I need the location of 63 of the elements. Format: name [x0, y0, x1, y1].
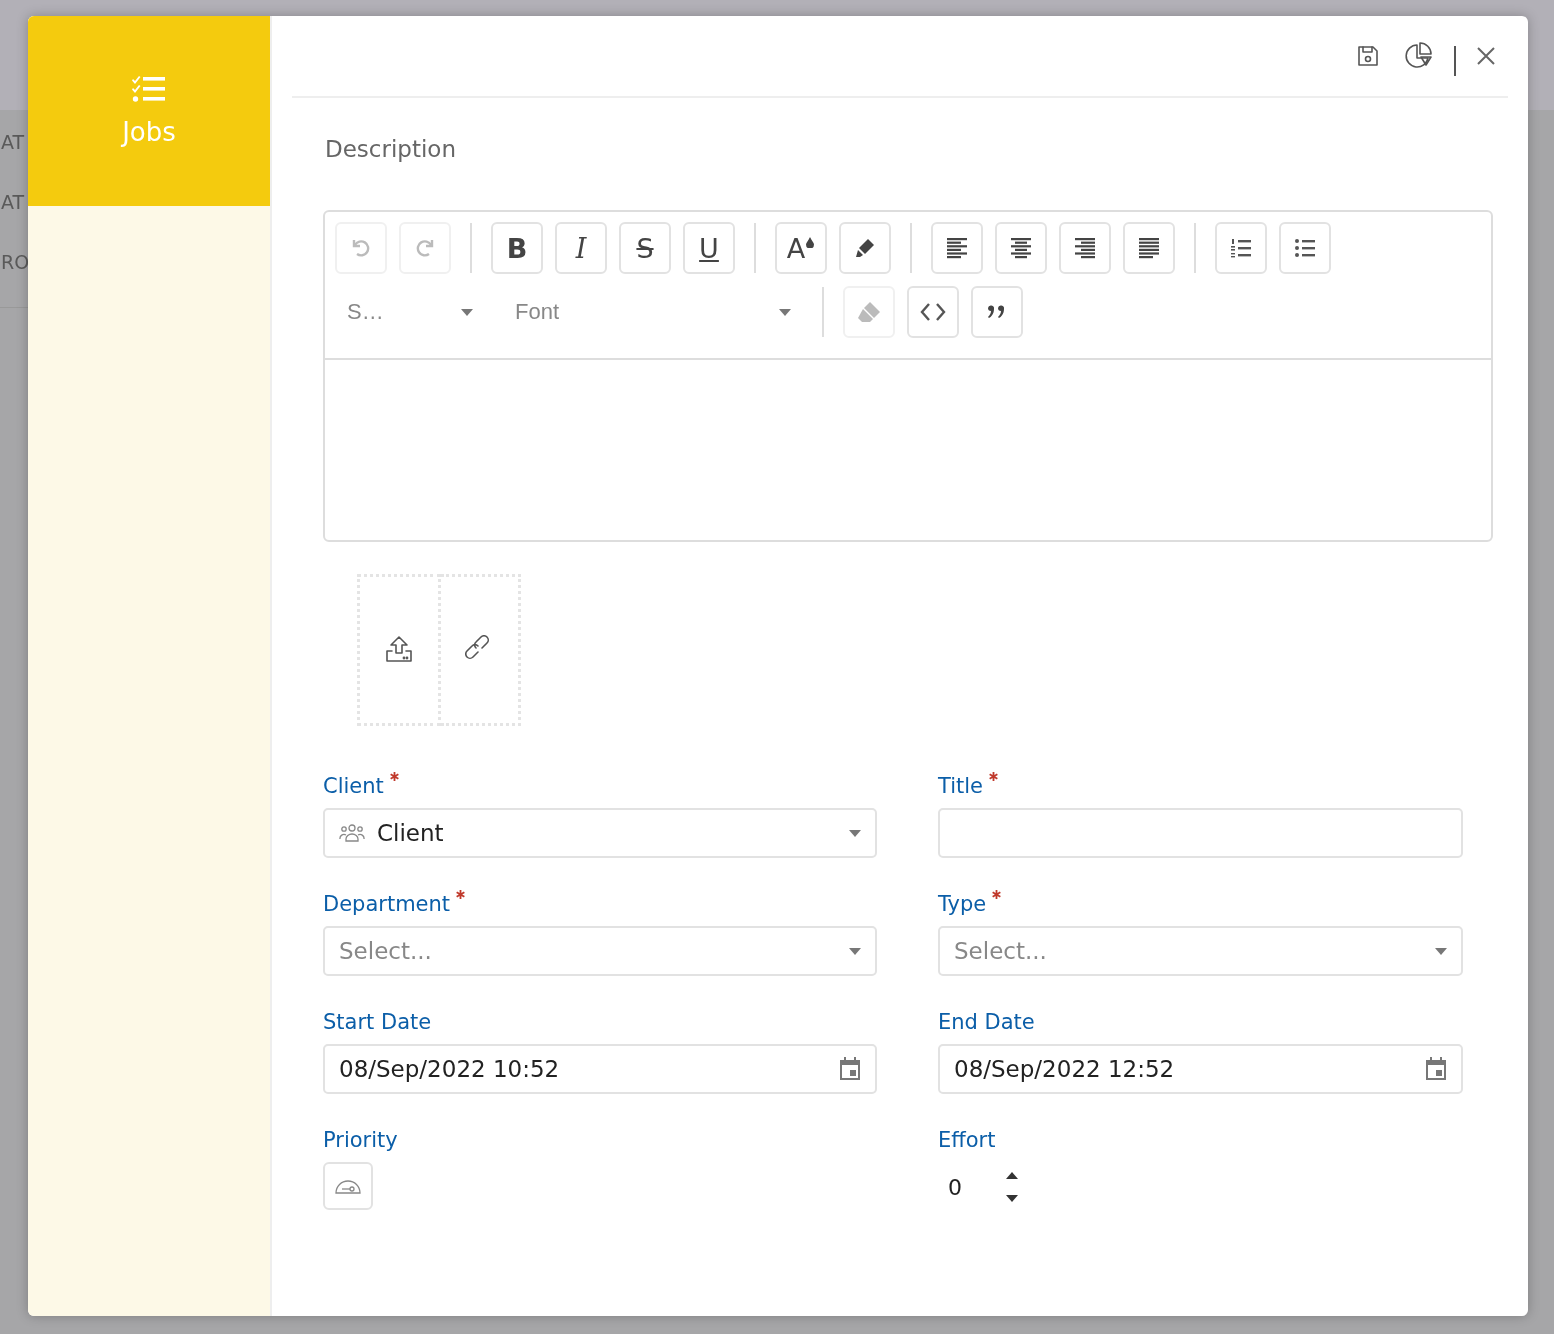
- select-field[interactable]: Select...: [938, 926, 1463, 976]
- align-left-icon: [945, 237, 969, 259]
- align-center-icon: [1009, 237, 1033, 259]
- required-icon: [992, 890, 1002, 899]
- date-field[interactable]: 08/Sep/2022 10:52: [323, 1044, 877, 1094]
- align-center-button[interactable]: [995, 222, 1047, 274]
- field-label: Start Date: [323, 1010, 432, 1034]
- bold-button[interactable]: B: [491, 222, 543, 274]
- field-label: Title: [938, 774, 983, 798]
- background-text: AT: [0, 190, 26, 215]
- justify-icon: [1137, 237, 1161, 259]
- close-icon: [1476, 46, 1496, 66]
- select-field[interactable]: Select...: [323, 926, 877, 976]
- field-label: Department: [323, 892, 451, 916]
- background-text: AT: [0, 130, 26, 155]
- drop-icon: [805, 236, 816, 248]
- required-icon: [989, 772, 998, 781]
- underline-button[interactable]: U: [683, 222, 735, 274]
- caret-icon: [1435, 947, 1447, 955]
- required-icon: [389, 772, 399, 781]
- field-label: Type: [938, 892, 987, 916]
- title-input[interactable]: [938, 808, 1463, 858]
- font-dropdown[interactable]: Font: [503, 286, 803, 338]
- caret-icon: [849, 829, 861, 837]
- caret-icon: [461, 308, 473, 316]
- marker-icon: [853, 236, 877, 260]
- quote-button[interactable]: [971, 286, 1023, 338]
- align-right-icon: [1073, 237, 1097, 259]
- client-select[interactable]: Client: [323, 808, 877, 858]
- ordered-list-button[interactable]: [1215, 222, 1267, 274]
- italic-button[interactable]: I: [555, 222, 607, 274]
- rich-text-editor[interactable]: B I S U A S… Font: [323, 210, 1493, 542]
- field-label: Priority: [323, 1128, 398, 1152]
- calendar-icon: [1425, 1057, 1447, 1081]
- justify-button[interactable]: [1123, 222, 1175, 274]
- effort-value: 0: [948, 1174, 962, 1200]
- color-button[interactable]: A: [775, 222, 827, 274]
- calendar-icon: [839, 1057, 861, 1081]
- code-button[interactable]: [907, 286, 959, 338]
- bullet-list-icon: [1293, 236, 1317, 260]
- required-icon: [456, 890, 466, 899]
- gauge-icon: [335, 1177, 361, 1195]
- align-right-button[interactable]: [1059, 222, 1111, 274]
- save-icon: [1356, 44, 1380, 68]
- strike-button[interactable]: S: [619, 222, 671, 274]
- style-dropdown[interactable]: S…: [335, 286, 485, 338]
- field-label: End Date: [938, 1010, 1035, 1034]
- field-label: Client: [323, 774, 384, 798]
- highlight-button[interactable]: [839, 222, 891, 274]
- spinner-icon[interactable]: [1006, 1172, 1018, 1202]
- numbered-list-icon: [1229, 236, 1253, 260]
- background-text: RO: [0, 250, 31, 275]
- bullet-list-button[interactable]: [1279, 222, 1331, 274]
- date-field[interactable]: 08/Sep/2022 12:52: [938, 1044, 1463, 1094]
- people-icon: [339, 823, 365, 843]
- caret-icon: [849, 947, 861, 955]
- eraser-icon: [856, 300, 882, 324]
- pie-chart-icon: [1404, 41, 1434, 71]
- description-label: Description: [325, 136, 457, 164]
- checklist-icon: [132, 75, 166, 103]
- align-left-button[interactable]: [931, 222, 983, 274]
- field-label: Effort: [938, 1128, 996, 1152]
- caret-icon: [779, 308, 791, 316]
